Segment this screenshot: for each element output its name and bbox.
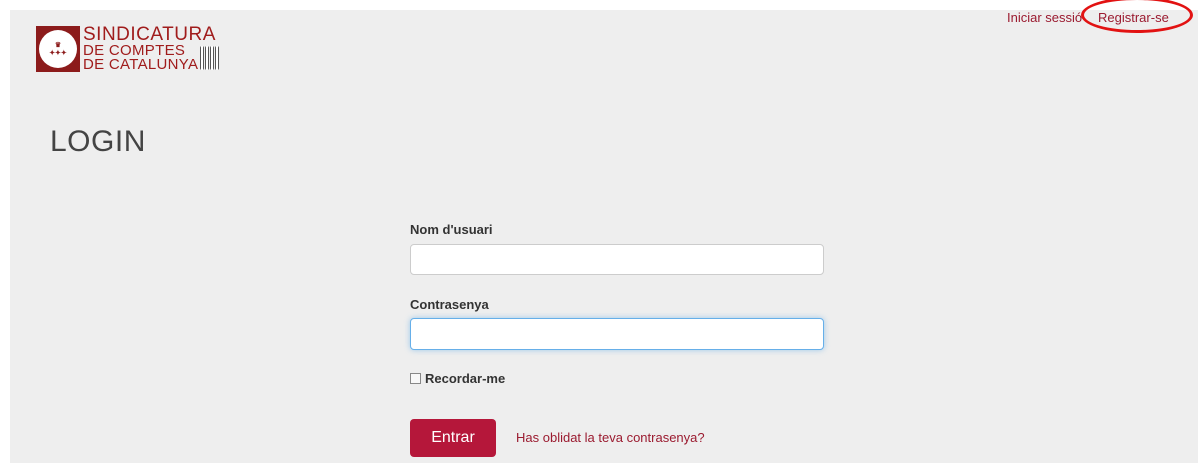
logo-line-3: DE CATALUNYA [83, 56, 199, 73]
remember-me-row[interactable]: Recordar-me [410, 371, 505, 386]
password-label: Contrasenya [410, 297, 489, 312]
login-submit-button[interactable]: Entrar [410, 419, 496, 457]
sindicatura-logo[interactable]: ♛ ✦✦✦ SINDICATURA DE COMPTES DE CATALUNYA [36, 25, 220, 73]
forgot-password-link[interactable]: Has oblidat la teva contrasenya? [516, 430, 705, 445]
shield-emblem-icon: ♛ ✦✦✦ [36, 26, 80, 72]
username-input[interactable] [410, 244, 824, 275]
logo-wordmark: SINDICATURA DE COMPTES DE CATALUNYA [83, 25, 220, 73]
password-input[interactable] [410, 318, 824, 350]
username-label: Nom d'usuari [410, 222, 493, 237]
remember-me-checkbox[interactable] [410, 373, 421, 384]
page-background: ♛ ✦✦✦ SINDICATURA DE COMPTES DE CATALUNYA… [10, 10, 1198, 463]
page-title: LOGIN [50, 125, 146, 158]
remember-me-label: Recordar-me [425, 371, 506, 386]
four-bars-icon [200, 46, 220, 70]
